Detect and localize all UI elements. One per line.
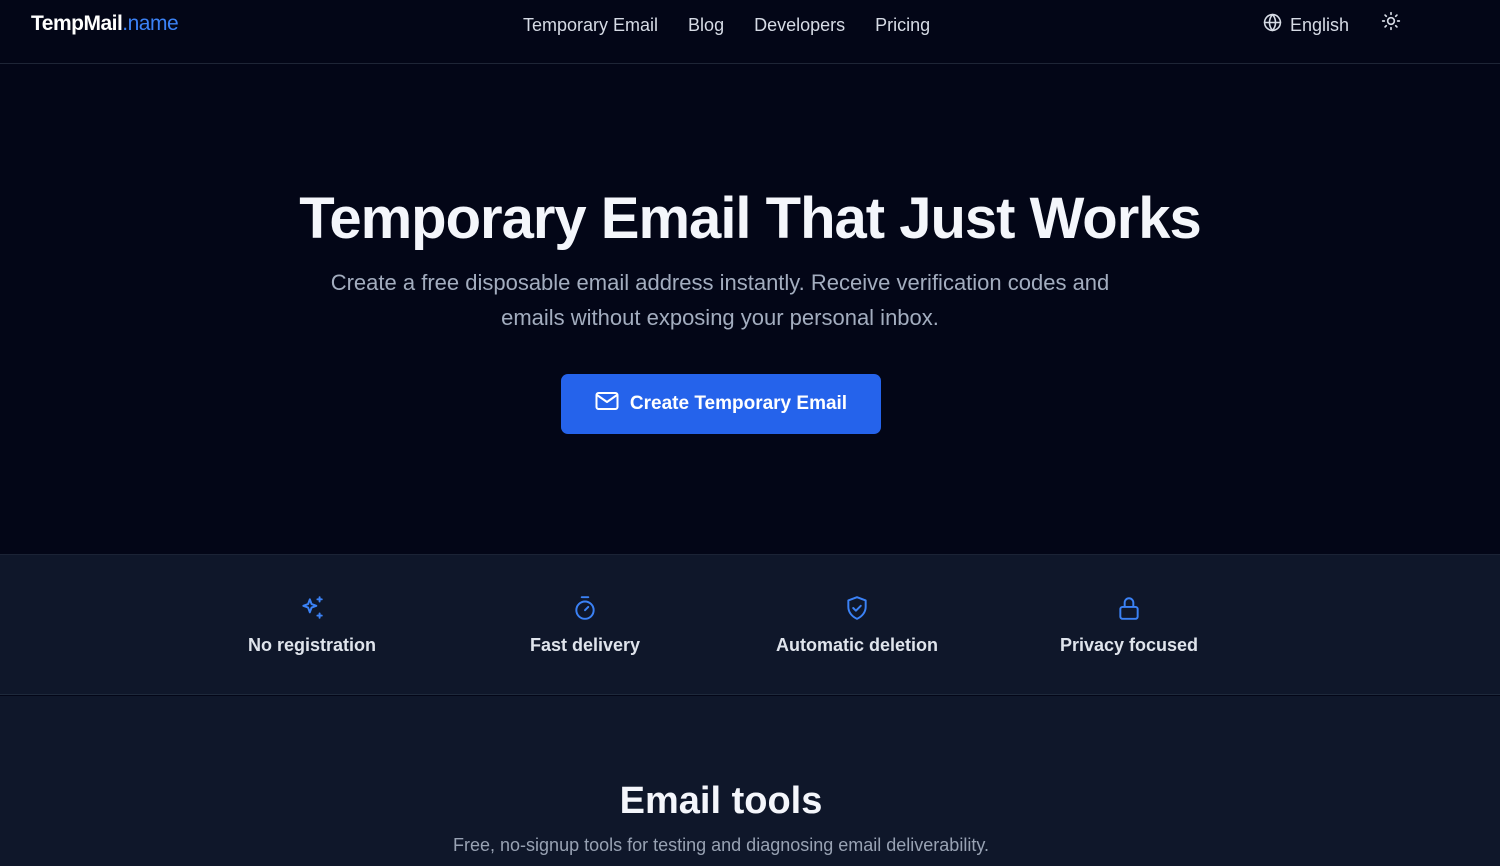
sun-icon (1381, 11, 1401, 36)
feature-label: Automatic deletion (775, 635, 938, 655)
logo-main: TempMail (31, 12, 123, 35)
nav-developers[interactable]: Developers (754, 15, 845, 36)
hero-subtitle: Create a free disposable email address i… (330, 270, 1110, 330)
features-strip: No registration Fast delivery Automatic … (0, 554, 1500, 695)
language-selector[interactable]: English (1263, 13, 1349, 37)
section-title: Email tools (619, 780, 823, 822)
feature-label: Privacy focused (1059, 635, 1199, 655)
theme-toggle[interactable] (1380, 11, 1402, 36)
create-temporary-email-button[interactable]: Create Temporary Email (561, 374, 881, 434)
top-navbar: TempMail.name Temporary Email Blog Devel… (0, 0, 1500, 64)
email-tools-section: Email tools Free, no-signup tools for te… (0, 696, 1500, 866)
nav-blog[interactable]: Blog (688, 15, 724, 36)
shield-check-icon (727, 595, 987, 623)
language-label: English (1290, 14, 1350, 35)
feature-automatic-deletion: Automatic deletion (727, 595, 987, 656)
section-subtitle: Free, no-signup tools for testing and di… (453, 835, 989, 855)
feature-label: No registration (247, 635, 376, 655)
cta-label: Create Temporary Email (629, 393, 848, 414)
nav-pricing[interactable]: Pricing (875, 15, 930, 36)
sparkles-icon (182, 595, 442, 623)
nav-temporary-email[interactable]: Temporary Email (523, 15, 658, 36)
hero-section: Temporary Email That Just Works Create a… (0, 65, 1500, 554)
feature-privacy-focused: Privacy focused (999, 595, 1259, 656)
globe-icon (1263, 13, 1282, 37)
site-logo[interactable]: TempMail.name (31, 12, 179, 36)
logo-domain: .name (122, 12, 179, 35)
mail-icon (595, 391, 619, 417)
hero-title: Temporary Email That Just Works (299, 186, 1202, 251)
timer-icon (455, 595, 715, 623)
feature-label: Fast delivery (529, 635, 641, 655)
main-nav: Temporary Email Blog Developers Pricing (523, 0, 930, 50)
lock-icon (999, 595, 1259, 623)
feature-no-registration: No registration (182, 595, 442, 656)
feature-fast-delivery: Fast delivery (455, 595, 715, 656)
